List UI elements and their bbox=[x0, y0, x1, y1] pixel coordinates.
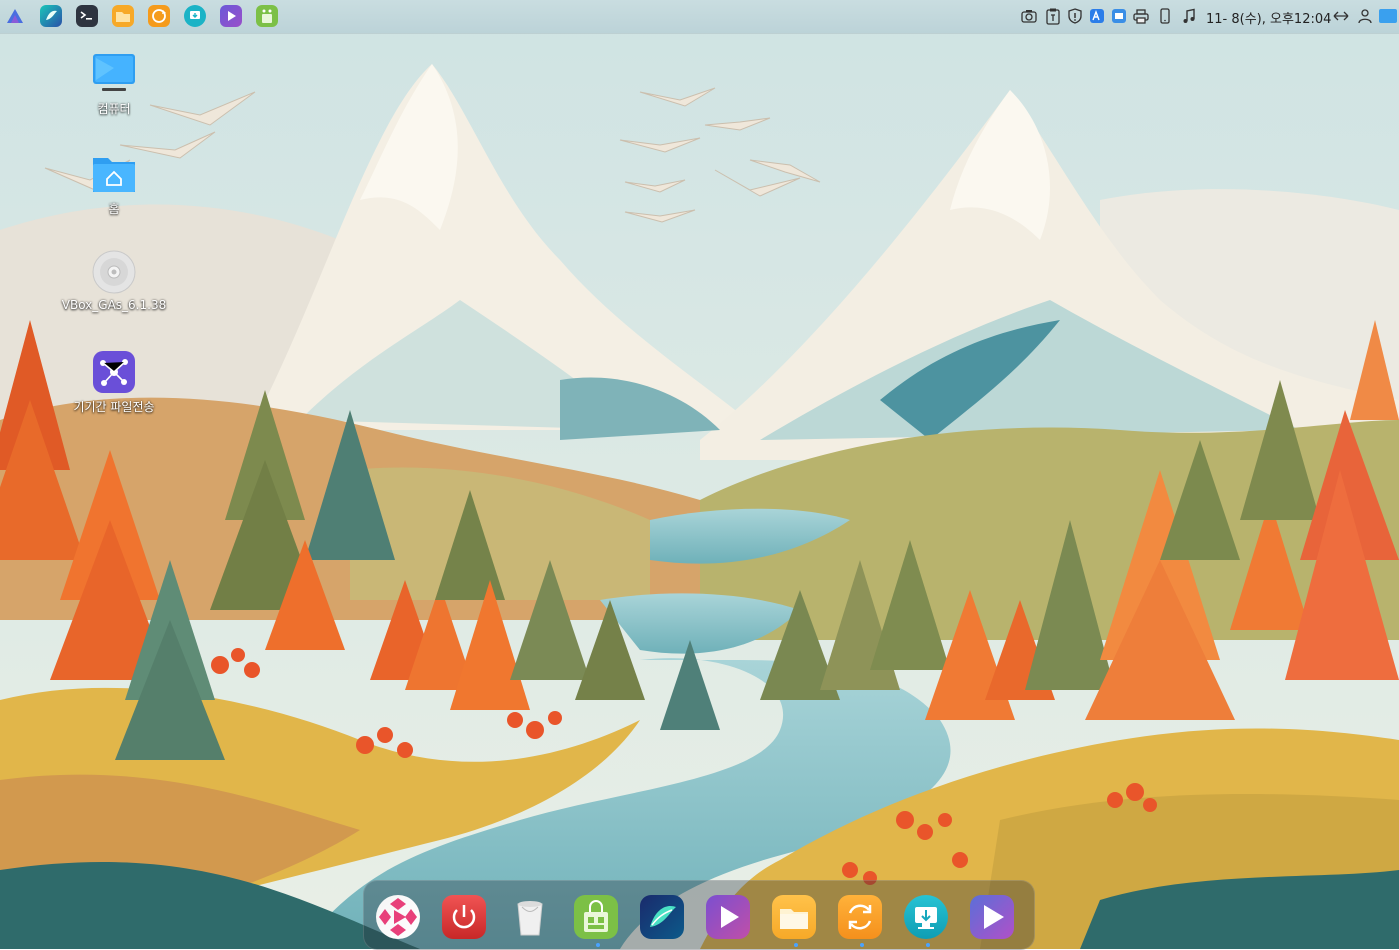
desktop-icon-file-transfer[interactable]: 기기간 파일전송 bbox=[59, 348, 169, 415]
dock bbox=[363, 880, 1035, 950]
music-note-icon[interactable] bbox=[1180, 7, 1198, 25]
trash-icon[interactable] bbox=[508, 895, 552, 939]
browser-icon[interactable] bbox=[640, 895, 684, 939]
desktop-icon-vbox-disc[interactable]: VBox_GAs_6.1.38 bbox=[59, 248, 169, 312]
screen-recorder-icon[interactable] bbox=[970, 895, 1014, 939]
show-desktop-icon[interactable] bbox=[1379, 9, 1397, 23]
screenshot-icon[interactable] bbox=[1110, 7, 1128, 25]
sync-icon[interactable] bbox=[838, 895, 882, 939]
running-indicator bbox=[596, 943, 600, 947]
top-panel: 11- 8(수), 오후12:04 bbox=[0, 0, 1399, 34]
desktop-icon-label: VBox_GAs_6.1.38 bbox=[61, 298, 167, 312]
security-shield-icon[interactable] bbox=[1066, 7, 1084, 25]
user-icon[interactable] bbox=[1356, 7, 1374, 25]
app-store-icon[interactable] bbox=[184, 5, 206, 27]
app-store-icon[interactable] bbox=[904, 895, 948, 939]
power-icon[interactable] bbox=[442, 895, 486, 939]
video-player-icon[interactable] bbox=[220, 5, 242, 27]
desktop-icon-label: 홈 bbox=[108, 202, 120, 216]
network-icon[interactable] bbox=[1332, 7, 1350, 25]
clock[interactable]: 11- 8(수), 오후12:04 bbox=[1206, 8, 1331, 27]
printer-icon[interactable] bbox=[1132, 7, 1150, 25]
running-indicator bbox=[860, 943, 864, 947]
file-manager-icon[interactable] bbox=[112, 5, 134, 27]
launcher-icon[interactable] bbox=[4, 5, 26, 27]
file-transfer-icon bbox=[90, 348, 138, 396]
software-center-icon[interactable] bbox=[256, 5, 278, 27]
phone-icon[interactable] bbox=[1156, 7, 1174, 25]
translate-icon[interactable] bbox=[1088, 7, 1106, 25]
sync-icon[interactable] bbox=[148, 5, 170, 27]
disc-icon bbox=[90, 248, 138, 296]
desktop-icon-computer[interactable]: 컴퓨터 bbox=[59, 50, 169, 117]
desktop-icon-label: 컴퓨터 bbox=[97, 102, 131, 116]
media-player-icon[interactable] bbox=[376, 895, 420, 939]
desktop-icon-home[interactable]: 홈 bbox=[59, 150, 169, 217]
desktop-wallpaper bbox=[0, 0, 1399, 949]
home-folder-icon bbox=[90, 150, 138, 198]
clipboard-icon[interactable] bbox=[1044, 7, 1062, 25]
software-center-icon[interactable] bbox=[574, 895, 618, 939]
running-indicator bbox=[926, 943, 930, 947]
desktop-icon-label: 기기간 파일전송 bbox=[73, 400, 155, 414]
camera-icon[interactable] bbox=[1020, 7, 1038, 25]
browser-icon[interactable] bbox=[40, 5, 62, 27]
computer-icon bbox=[90, 50, 138, 98]
terminal-icon[interactable] bbox=[76, 5, 98, 27]
file-manager-icon[interactable] bbox=[772, 895, 816, 939]
video-player-icon[interactable] bbox=[706, 895, 750, 939]
running-indicator bbox=[794, 943, 798, 947]
